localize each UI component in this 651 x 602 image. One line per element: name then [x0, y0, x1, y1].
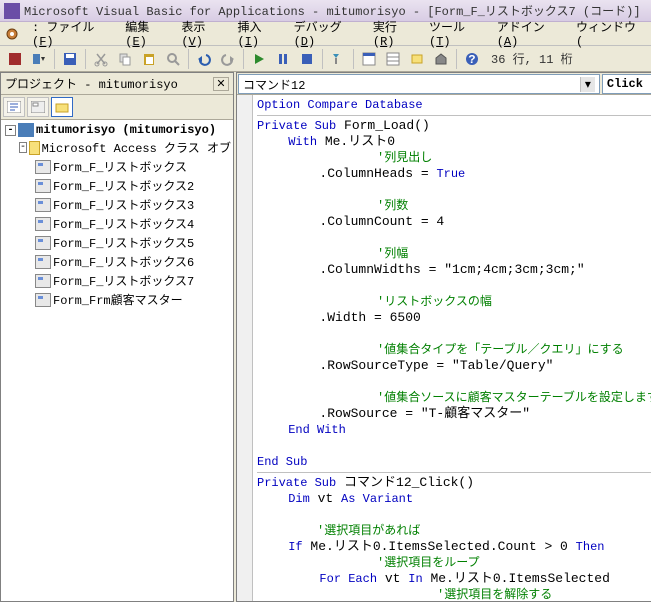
find-button[interactable] — [162, 48, 184, 70]
cursor-position: 36 行, 11 桁 — [491, 50, 573, 67]
project-tree[interactable]: - mitumorisyo (mitumorisyo) - Microsoft … — [1, 120, 233, 601]
reset-button[interactable] — [296, 48, 318, 70]
properties-button[interactable] — [382, 48, 404, 70]
project-explorer-title-bar: プロジェクト - mitumorisyo ✕ — [1, 73, 233, 95]
tree-item[interactable]: Form_F_リストボックス5 — [3, 233, 231, 252]
procedure-combo-value: Click — [607, 77, 643, 91]
folder-label: Microsoft Access クラス オブ — [42, 139, 231, 156]
menu-view[interactable]: 表示(V) — [175, 16, 231, 51]
form-icon — [35, 274, 51, 288]
form-icon — [35, 255, 51, 269]
tree-item[interactable]: Form_F_リストボックス2 — [3, 176, 231, 195]
project-explorer-title: プロジェクト - mitumorisyo — [5, 75, 178, 92]
tree-item[interactable]: Form_F_リストボックス3 — [3, 195, 231, 214]
view-access-button[interactable] — [4, 48, 26, 70]
form-icon — [35, 179, 51, 193]
menu-tools[interactable]: ツール(T) — [423, 16, 491, 51]
save-button[interactable] — [59, 48, 81, 70]
copy-button[interactable] — [114, 48, 136, 70]
insert-dropdown-button[interactable] — [28, 48, 50, 70]
view-code-button[interactable] — [3, 97, 25, 117]
code-window: コマンド12 ▾ Click Option Compare Database P… — [236, 72, 651, 602]
cut-button[interactable] — [90, 48, 112, 70]
app-icon — [4, 3, 20, 19]
menu-run[interactable]: 実行(R) — [367, 16, 423, 51]
project-explorer: プロジェクト - mitumorisyo ✕ - mitumorisyo (mi… — [0, 72, 234, 602]
menu-debug[interactable]: デバッグ(D) — [288, 16, 367, 51]
menu-insert[interactable]: 挿入(I) — [231, 16, 287, 51]
menu-window[interactable]: ウィンドウ( — [570, 16, 647, 51]
project-root-node[interactable]: - mitumorisyo (mitumorisyo) — [3, 122, 231, 138]
paste-button[interactable] — [138, 48, 160, 70]
menu-bar: : ファイル(F) 編集(E) 表示(V) 挿入(I) デバッグ(D) 実行(R… — [0, 22, 651, 46]
design-mode-button[interactable] — [327, 48, 349, 70]
system-menu-icon[interactable] — [4, 26, 20, 42]
project-explorer-toolbar — [1, 95, 233, 120]
help-button[interactable]: ? — [461, 48, 483, 70]
menu-file[interactable]: : ファイル(F) — [26, 16, 119, 51]
folder-node[interactable]: - Microsoft Access クラス オブ — [3, 138, 231, 157]
tree-item[interactable]: Form_Frm顧客マスター — [3, 290, 231, 309]
tree-item[interactable]: Form_F_リストボックス6 — [3, 252, 231, 271]
procedure-combo[interactable]: Click — [602, 74, 651, 94]
form-icon — [35, 236, 51, 250]
project-explorer-button[interactable] — [358, 48, 380, 70]
code-editor[interactable]: Option Compare Database Private Sub Form… — [253, 95, 651, 601]
undo-button[interactable] — [193, 48, 215, 70]
code-margin[interactable] — [237, 95, 253, 601]
object-combo[interactable]: コマンド12 ▾ — [238, 74, 600, 94]
toggle-folders-button[interactable] — [51, 97, 73, 117]
project-root-label: mitumorisyo (mitumorisyo) — [36, 123, 216, 137]
tree-item[interactable]: Form_F_リストボックス7 — [3, 271, 231, 290]
object-combo-value: コマンド12 — [243, 76, 305, 93]
toolbox-button[interactable] — [430, 48, 452, 70]
menu-addins[interactable]: アドイン(A) — [491, 16, 570, 51]
tree-item[interactable]: Form_F_リストボックス4 — [3, 214, 231, 233]
form-icon — [35, 293, 51, 307]
code-header: コマンド12 ▾ Click — [237, 73, 651, 95]
form-icon — [35, 217, 51, 231]
form-icon — [35, 160, 51, 174]
form-icon — [35, 198, 51, 212]
run-button[interactable] — [248, 48, 270, 70]
view-object-button[interactable] — [27, 97, 49, 117]
redo-button[interactable] — [217, 48, 239, 70]
menu-edit[interactable]: 編集(E) — [119, 16, 175, 51]
collapse-icon[interactable]: - — [19, 142, 27, 153]
collapse-icon[interactable]: - — [5, 125, 16, 136]
folder-icon — [29, 141, 40, 155]
tree-item[interactable]: Form_F_リストボックス — [3, 157, 231, 176]
object-browser-button[interactable] — [406, 48, 428, 70]
svg-text:?: ? — [468, 53, 475, 67]
chevron-down-icon: ▾ — [580, 77, 595, 92]
break-button[interactable] — [272, 48, 294, 70]
project-icon — [18, 123, 34, 137]
project-explorer-close-button[interactable]: ✕ — [213, 77, 229, 91]
